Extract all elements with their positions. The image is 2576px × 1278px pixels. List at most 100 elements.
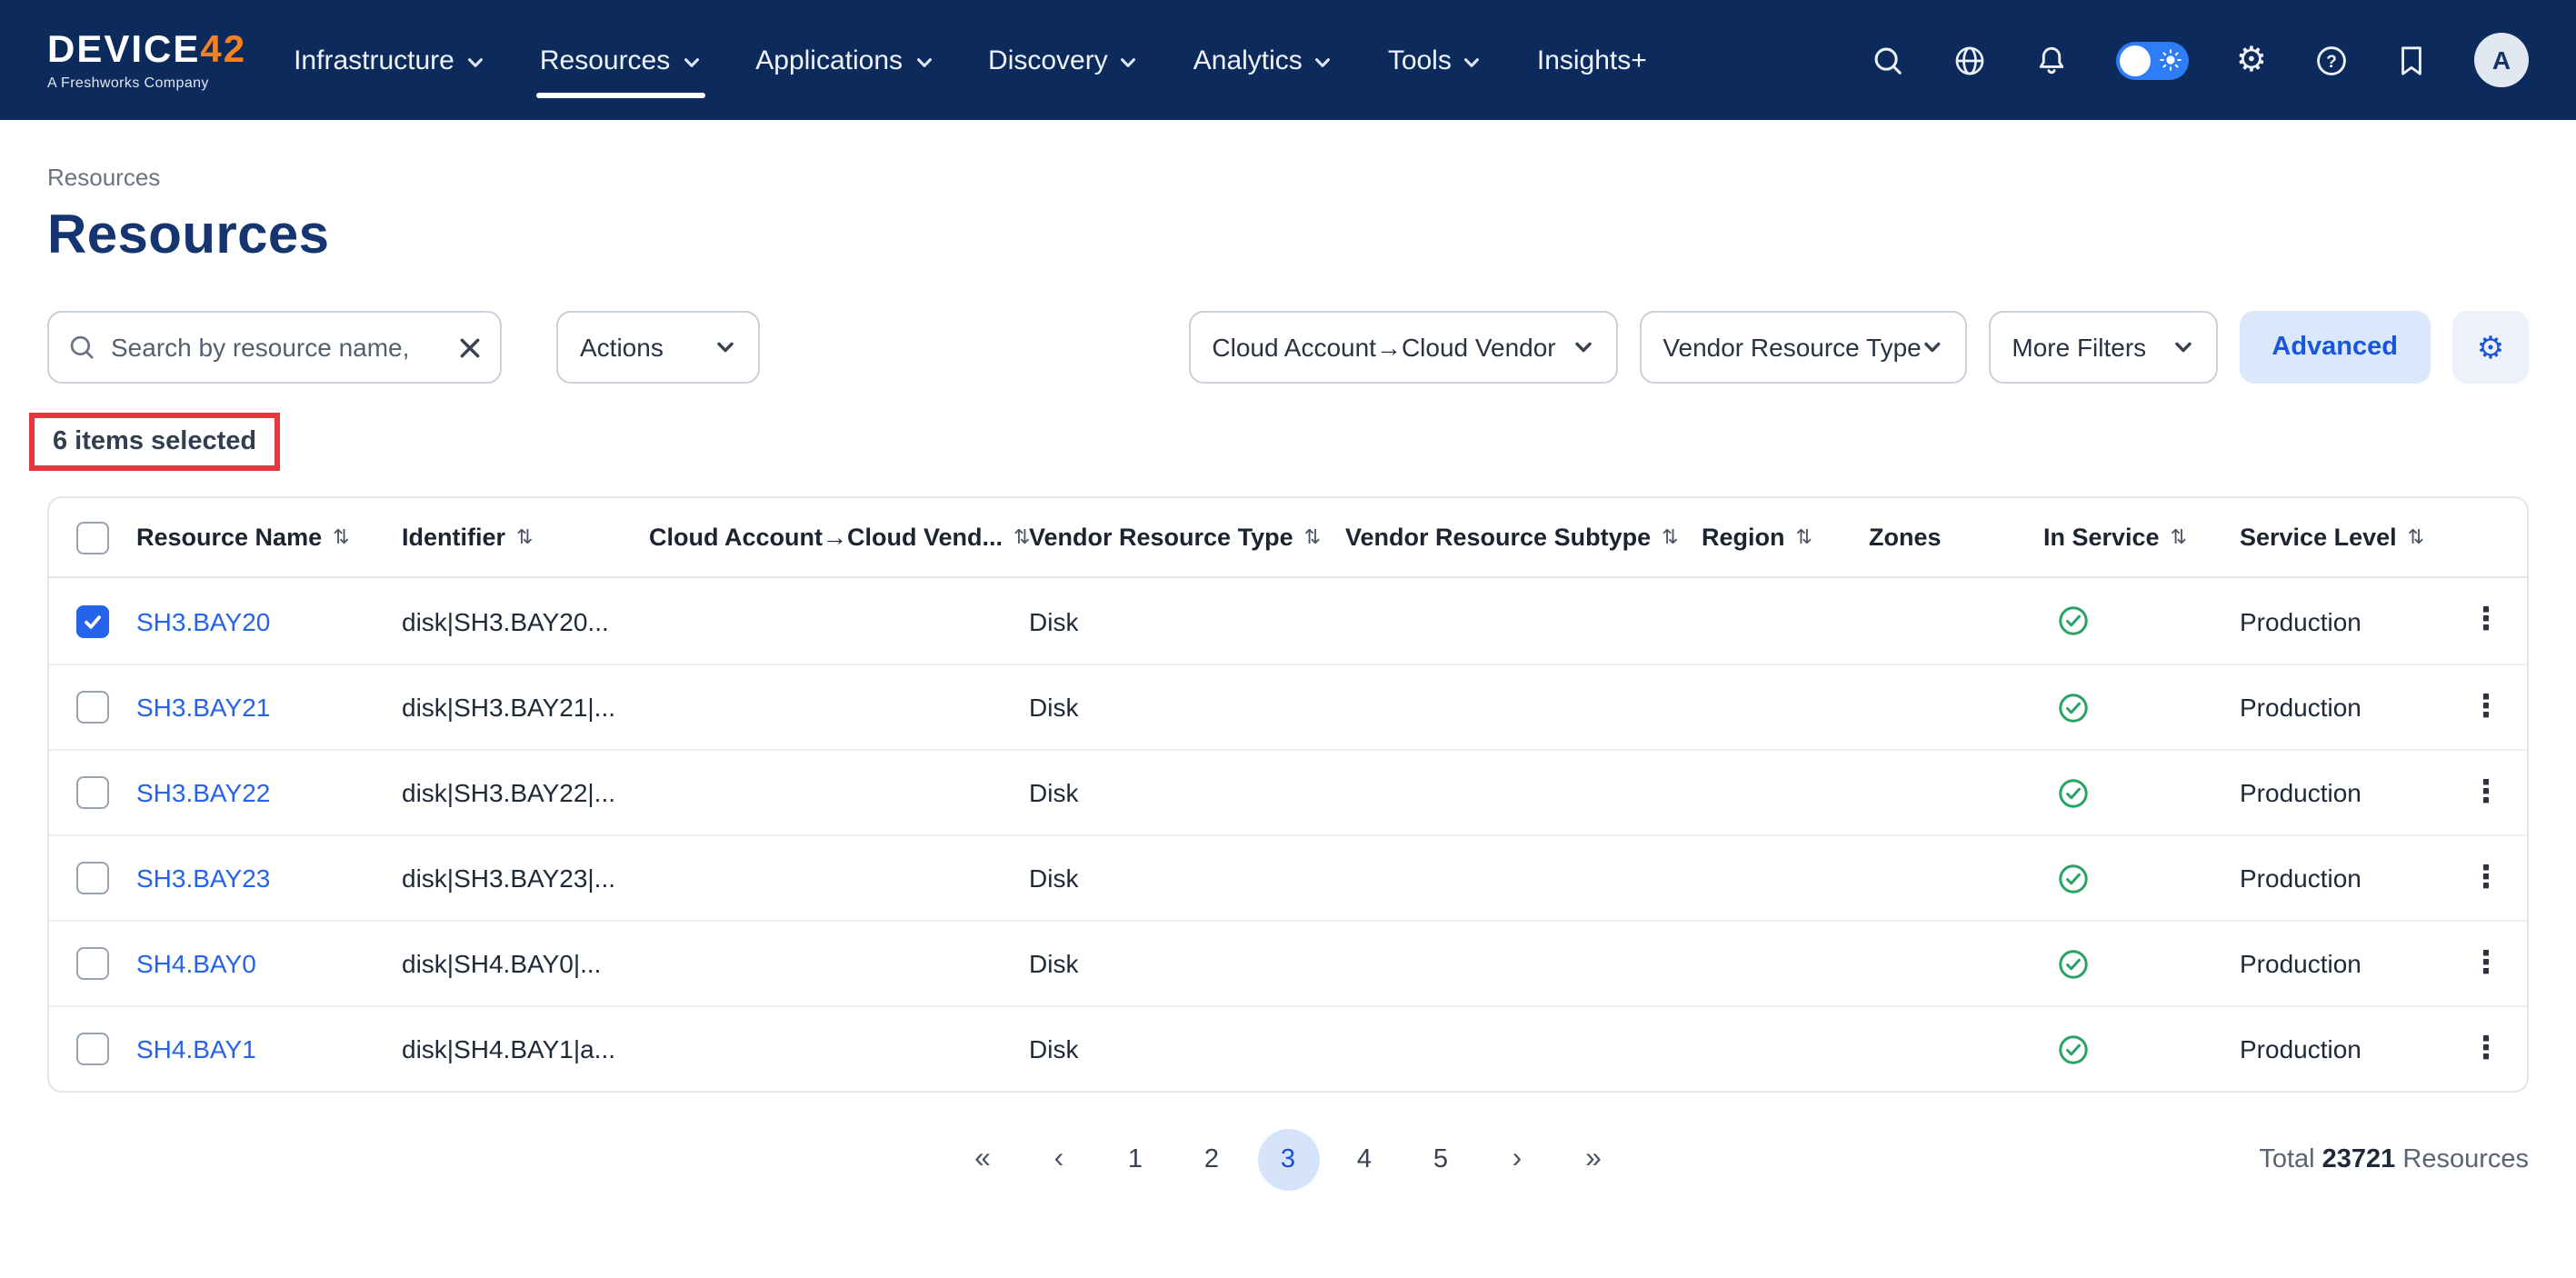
sort-icon[interactable]: ⇅ [1796, 525, 1812, 549]
row-checkbox[interactable] [76, 862, 109, 894]
nav-item-label: Resources [540, 45, 670, 75]
nav-item-insights[interactable]: Insights+ [1537, 0, 1647, 120]
row-checkbox[interactable] [76, 947, 109, 980]
row-menu-cell: ⋮ [2454, 777, 2527, 808]
resource-name-cell: SH3.BAY23 [136, 864, 402, 893]
first-page-button[interactable]: « [952, 1129, 1013, 1191]
row-menu-button[interactable]: ⋮ [2471, 1033, 2501, 1064]
total-resources: Total 23721 Resources [2259, 1145, 2529, 1174]
page-title: Resources [47, 205, 2529, 267]
row-checkbox[interactable] [76, 691, 109, 724]
row-menu-button[interactable]: ⋮ [2471, 692, 2501, 723]
logo-wordmark: DEVICE42 [47, 30, 246, 68]
column-header[interactable]: Vendor Resource Type⇅ [1029, 524, 1345, 551]
identifier-cell: disk|SH3.BAY20... [402, 606, 649, 635]
identifier-cell: disk|SH4.BAY0|... [402, 949, 649, 978]
select-all-checkbox[interactable] [76, 521, 109, 554]
more-filters-dropdown[interactable]: More Filters [1988, 311, 2217, 384]
logo-42: 42 [200, 28, 246, 70]
globe-icon[interactable] [1952, 43, 1987, 77]
sort-icon[interactable]: ⇅ [1662, 525, 1678, 549]
cloud-account-filter[interactable]: Cloud Account→Cloud Vendor [1188, 311, 1617, 384]
resource-name-link[interactable]: SH3.BAY20 [136, 606, 270, 635]
last-page-button[interactable]: » [1563, 1129, 1624, 1191]
bookmark-icon[interactable] [2396, 43, 2427, 77]
page-5-button[interactable]: 5 [1410, 1129, 1472, 1191]
column-header[interactable]: Resource Name⇅ [136, 524, 402, 551]
vendor-resource-type-filter[interactable]: Vendor Resource Type [1639, 311, 1966, 384]
page-1-button[interactable]: 1 [1104, 1129, 1166, 1191]
nav-item-label: Analytics [1193, 45, 1303, 75]
page-4-button[interactable]: 4 [1333, 1129, 1395, 1191]
row-menu-button[interactable]: ⋮ [2471, 863, 2501, 894]
sort-icon[interactable]: ⇅ [333, 525, 349, 549]
cloud-account-filter-label: Cloud Account→Cloud Vendor [1212, 333, 1555, 362]
row-select-cell [49, 1033, 136, 1065]
column-header[interactable]: Cloud Account→Cloud Vend... ⇅ [649, 524, 1029, 551]
row-checkbox[interactable] [76, 1033, 109, 1065]
resource-name-link[interactable]: SH3.BAY23 [136, 864, 270, 893]
actions-dropdown[interactable]: Actions [556, 311, 760, 384]
column-header[interactable]: Identifier⇅ [402, 524, 649, 551]
avatar[interactable]: A [2474, 33, 2529, 87]
in-service-cell [2043, 948, 2240, 979]
row-menu-button[interactable]: ⋮ [2471, 605, 2501, 636]
search-icon[interactable] [1871, 43, 1905, 77]
sort-icon[interactable]: ⇅ [2408, 525, 2424, 549]
table-row: SH4.BAY1disk|SH4.BAY1|a...DiskProduction… [49, 1005, 2527, 1091]
sort-icon[interactable]: ⇅ [1304, 525, 1321, 549]
identifier-cell: disk|SH3.BAY22|... [402, 778, 649, 807]
identifier-cell: disk|SH4.BAY1|a... [402, 1034, 649, 1063]
nav-item-label: Applications [755, 45, 903, 75]
vendor-resource-type-cell: Disk [1029, 606, 1345, 635]
next-page-button[interactable]: › [1486, 1129, 1548, 1191]
search-input[interactable] [111, 333, 444, 362]
page: DEVICE42 A Freshworks Company Infrastruc… [0, 0, 2576, 1278]
clear-search-icon[interactable] [458, 335, 482, 359]
chevron-down-icon [914, 52, 934, 72]
service-level-cell: Production [2240, 778, 2454, 807]
row-checkbox[interactable] [76, 604, 109, 637]
nav-item-applications[interactable]: Applications [755, 0, 934, 120]
column-header[interactable]: Vendor Resource Subtype ⇅ [1345, 524, 1702, 551]
in-service-cell [2043, 692, 2240, 723]
resource-search-box [47, 311, 502, 384]
gear-icon[interactable]: ⚙ [2236, 43, 2267, 77]
resource-name-link[interactable]: SH4.BAY0 [136, 949, 256, 978]
row-menu-button[interactable]: ⋮ [2471, 777, 2501, 808]
breadcrumb[interactable]: Resources [47, 164, 2529, 191]
help-icon[interactable]: ? [2314, 43, 2349, 77]
column-header[interactable]: Zones [1869, 524, 2043, 551]
device42-logo[interactable]: DEVICE42 A Freshworks Company [47, 30, 246, 90]
nav-item-discovery[interactable]: Discovery [988, 0, 1139, 120]
nav-item-infrastructure[interactable]: Infrastructure [294, 0, 485, 120]
table-header-row: Resource Name⇅Identifier⇅Cloud Account→C… [49, 498, 2527, 578]
nav-item-tools[interactable]: Tools [1388, 0, 1483, 120]
column-header[interactable]: Region⇅ [1702, 524, 1869, 551]
search-icon [67, 333, 96, 362]
resource-name-link[interactable]: SH3.BAY21 [136, 693, 270, 722]
page-3-button[interactable]: 3 [1257, 1129, 1319, 1191]
prev-page-button[interactable]: ‹ [1028, 1129, 1090, 1191]
column-header-label: Vendor Resource Subtype [1345, 524, 1651, 551]
advanced-button[interactable]: Advanced [2239, 311, 2431, 384]
sort-icon[interactable]: ⇅ [1013, 525, 1029, 549]
sort-icon[interactable]: ⇅ [516, 525, 533, 549]
nav-item-analytics[interactable]: Analytics [1193, 0, 1333, 120]
resource-name-link[interactable]: SH4.BAY1 [136, 1034, 256, 1063]
row-menu-button[interactable]: ⋮ [2471, 948, 2501, 979]
theme-toggle[interactable] [2116, 41, 2189, 79]
pagination: «‹12345›» [952, 1129, 1624, 1191]
nav-item-label: Insights+ [1537, 45, 1647, 75]
table-settings-button[interactable]: ⚙ [2452, 311, 2529, 384]
resource-name-link[interactable]: SH3.BAY22 [136, 778, 270, 807]
column-header-label: Cloud Account→Cloud Vend... [649, 524, 1003, 551]
column-header-label: In Service [2043, 524, 2160, 551]
page-2-button[interactable]: 2 [1181, 1129, 1243, 1191]
bell-icon[interactable] [2034, 43, 2069, 77]
row-checkbox[interactable] [76, 776, 109, 809]
column-header[interactable]: In Service ⇅ [2043, 524, 2240, 551]
sort-icon[interactable]: ⇅ [2171, 525, 2187, 549]
nav-item-resources[interactable]: Resources [540, 0, 701, 120]
column-header[interactable]: Service Level⇅ [2240, 524, 2454, 551]
